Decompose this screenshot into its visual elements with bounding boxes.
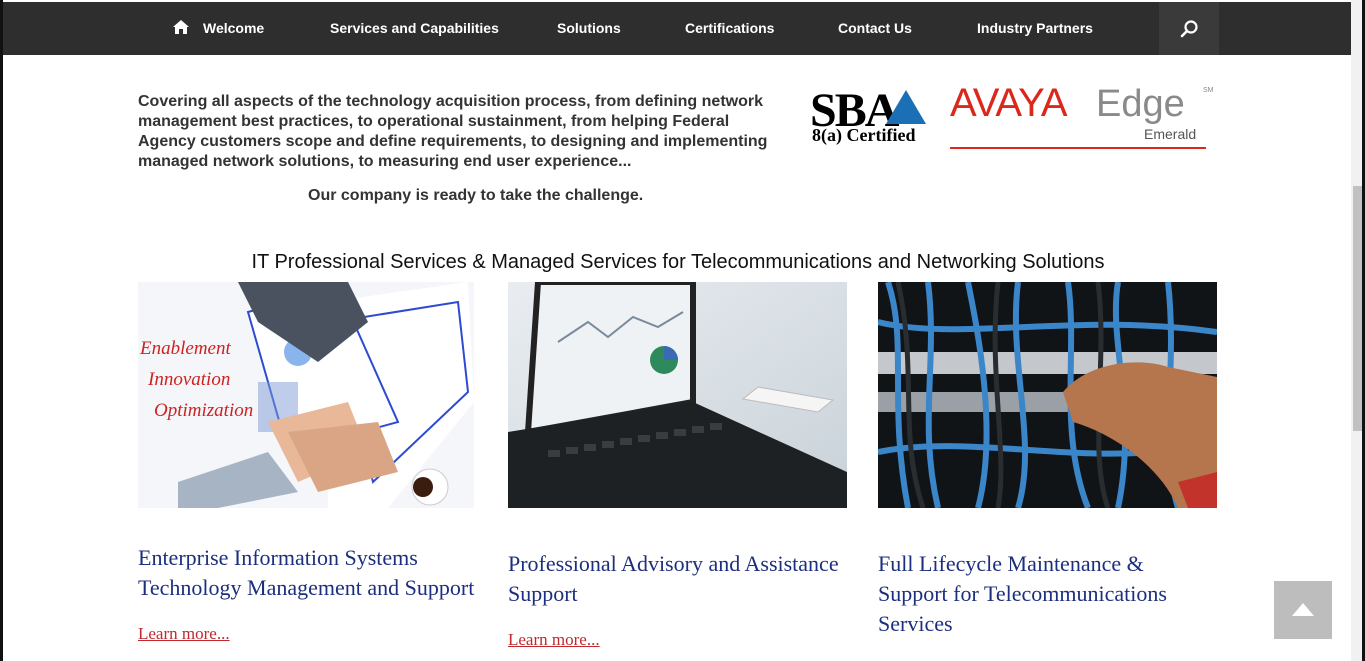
nav-item-industry-partners[interactable]: Industry Partners — [977, 2, 1093, 55]
top-navigation-bar: Welcome Services and Capabilities Soluti… — [3, 2, 1351, 55]
nav-item-label: Welcome — [203, 20, 265, 36]
avaya-tier-text: Emerald — [1144, 126, 1196, 142]
tagline: Our company is ready to take the challen… — [308, 187, 644, 204]
card-image-network-cables — [878, 282, 1217, 508]
learn-more-link-enterprise[interactable]: Learn more... — [138, 624, 230, 644]
card-image-text: Innovation — [147, 369, 230, 390]
nav-item-label: Industry Partners — [977, 20, 1093, 36]
page-scrollbar[interactable] — [1351, 0, 1365, 661]
section-title: IT Professional Services & Managed Servi… — [251, 251, 1105, 273]
nav-item-services[interactable]: Services and Capabilities — [330, 2, 499, 55]
scrollbar-thumb[interactable] — [1353, 186, 1363, 431]
card-title-professional-advisory[interactable]: Professional Advisory and Assistance Sup… — [508, 549, 858, 609]
avaya-brand-text: AVAYA — [950, 81, 1068, 125]
card-image-text: Optimization — [154, 400, 253, 421]
avaya-sm-mark: SM — [1203, 87, 1214, 94]
learn-more-link-professional-advisory[interactable]: Learn more... — [508, 630, 600, 650]
nav-item-solutions[interactable]: Solutions — [557, 2, 621, 55]
chevron-up-icon — [1292, 603, 1314, 616]
nav-item-label: Services and Capabilities — [330, 20, 499, 36]
nav-item-label: Contact Us — [838, 20, 912, 36]
card-image-business-handshake: Enablement Innovation Optimization — [138, 282, 474, 508]
avaya-edge-text: Edge — [1096, 83, 1185, 125]
home-icon — [173, 20, 189, 35]
sba-8a-certified-logo: SBA 8(a) Certified — [810, 84, 926, 146]
search-button[interactable] — [1159, 2, 1219, 55]
nav-item-welcome[interactable]: Welcome — [173, 2, 264, 55]
card-image-laptop — [508, 282, 847, 508]
nav-item-contact-us[interactable]: Contact Us — [838, 2, 912, 55]
card-image-text: Enablement — [139, 338, 231, 359]
nav-item-certifications[interactable]: Certifications — [685, 2, 774, 55]
intro-paragraph: Covering all aspects of the technology a… — [138, 93, 768, 170]
sba-logo-subtext: 8(a) Certified — [812, 125, 915, 146]
nav-item-label: Solutions — [557, 20, 621, 36]
back-to-top-button[interactable] — [1274, 581, 1332, 639]
card-title-enterprise[interactable]: Enterprise Information Systems Technolog… — [138, 543, 488, 603]
nav-item-label: Certifications — [685, 20, 775, 36]
search-icon — [1180, 19, 1198, 37]
avaya-edge-emerald-logo: AVAYA Edge SM Emerald — [950, 80, 1216, 152]
card-title-lifecycle-maintenance[interactable]: Full Lifecycle Maintenance & Support for… — [878, 549, 1198, 639]
